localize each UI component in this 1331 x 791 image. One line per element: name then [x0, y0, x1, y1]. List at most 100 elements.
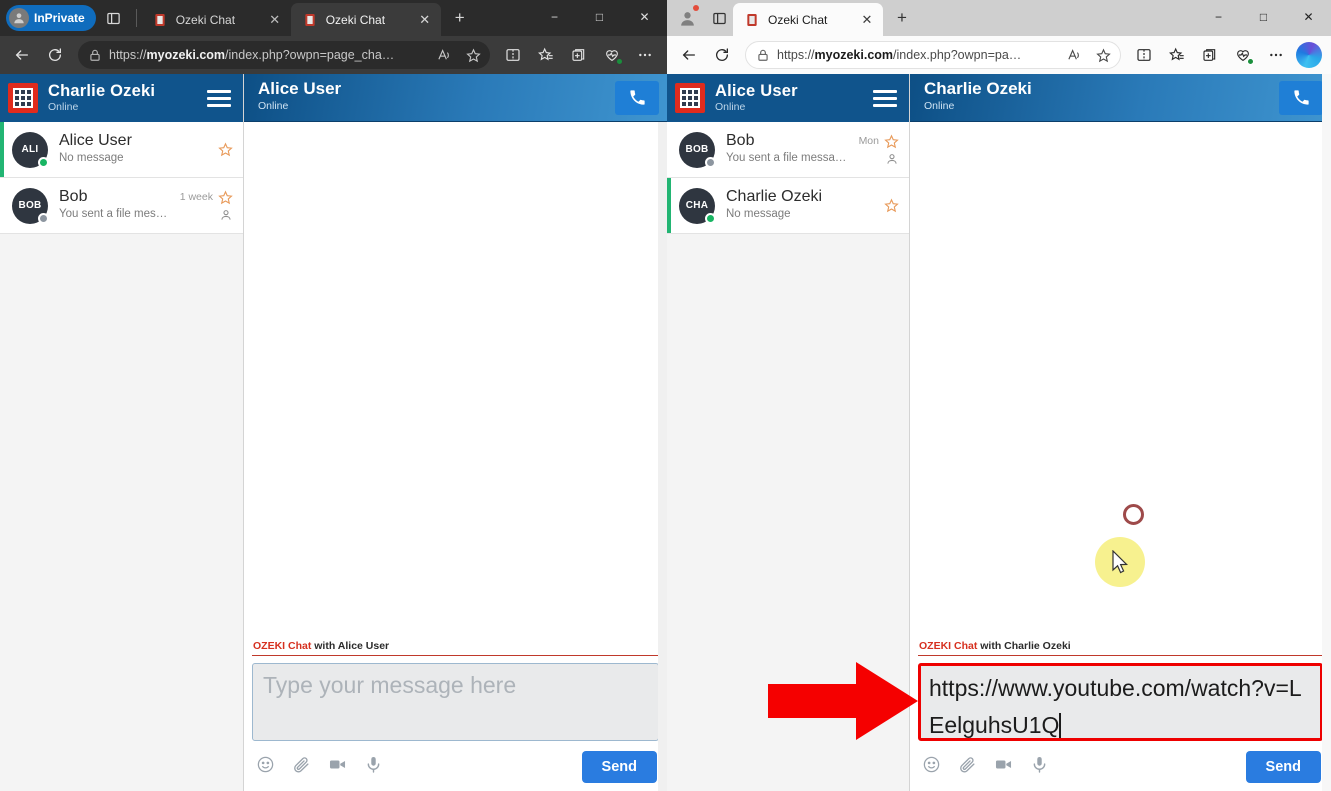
ozeki-favicon-icon	[152, 12, 168, 28]
avatar-initials: ALI	[21, 144, 39, 155]
address-bar[interactable]: https://myozeki.com/index.php?owpn=page_…	[78, 41, 490, 69]
page-scrollbar-right[interactable]	[1322, 74, 1331, 791]
favorite-star-icon[interactable]	[884, 198, 899, 213]
video-camera-icon[interactable]	[994, 755, 1013, 779]
settings-ellipsis-icon[interactable]	[630, 41, 660, 69]
reload-icon[interactable]	[707, 41, 737, 69]
split-screen-icon[interactable]	[498, 41, 528, 69]
read-aloud-icon[interactable]	[433, 44, 455, 66]
browser-essentials-status-dot	[616, 58, 623, 65]
tab-ozeki-chat-1[interactable]: Ozeki Chat ✕	[733, 3, 883, 36]
toolbar-right: https://myozeki.com/index.php?owpn=pa…	[667, 36, 1331, 74]
address-bar[interactable]: https://myozeki.com/index.php?owpn=pa…	[745, 41, 1121, 69]
account-name: Alice User	[715, 81, 798, 100]
contact-name: Bob	[59, 187, 88, 205]
reload-icon[interactable]	[40, 41, 70, 69]
hamburger-icon[interactable]	[207, 89, 231, 107]
paperclip-icon[interactable]	[958, 755, 977, 779]
add-favorite-icon[interactable]	[1092, 44, 1114, 66]
page-scrollbar-left[interactable]	[658, 122, 667, 791]
contact-name: Charlie Ozeki	[726, 187, 823, 205]
favorites-icon[interactable]	[531, 41, 561, 69]
contact-text: Bob You sent a file message.	[59, 188, 169, 224]
new-tab-button[interactable]: +	[446, 4, 474, 32]
contact-meta-top	[213, 142, 233, 157]
maximize-button[interactable]: □	[577, 0, 622, 33]
browser-essentials-icon[interactable]	[597, 41, 627, 69]
split-screen-icon[interactable]	[1129, 41, 1159, 69]
composer-label: OZEKI Chat with Alice User	[252, 637, 659, 656]
message-input-left[interactable]: Type your message here	[252, 663, 659, 741]
chat-peer-identity: Alice User Online	[258, 80, 615, 114]
account-status: Online	[715, 100, 746, 113]
composer-icons	[256, 755, 582, 779]
contact-profile-icon[interactable]	[219, 208, 233, 222]
send-button[interactable]: Send	[1245, 751, 1321, 783]
close-button[interactable]: ✕	[1286, 0, 1331, 33]
contact-list-item-alice[interactable]: ALI Alice User No message	[0, 122, 243, 178]
tab-actions-icon[interactable]	[100, 4, 128, 32]
settings-ellipsis-icon[interactable]	[1261, 41, 1291, 69]
tab-actions-icon[interactable]	[705, 4, 733, 32]
copilot-icon[interactable]	[1294, 41, 1324, 69]
favorite-star-icon[interactable]	[218, 142, 233, 157]
text-caret	[1059, 712, 1061, 738]
video-camera-icon[interactable]	[328, 755, 347, 779]
tab-title: Ozeki Chat	[768, 12, 828, 27]
send-button[interactable]: Send	[581, 751, 657, 783]
profile-avatar-icon[interactable]	[673, 4, 701, 32]
sidebar-header-right: Alice User Online	[667, 74, 909, 122]
contact-list-item-charlie[interactable]: CHA Charlie Ozeki No message	[667, 178, 909, 234]
avatar-initials: CHA	[685, 200, 709, 211]
inprivate-badge[interactable]: InPrivate	[6, 5, 96, 31]
tab-close-icon[interactable]: ✕	[417, 12, 433, 28]
chat-peer-identity: Charlie Ozeki Online	[924, 80, 1279, 114]
tab-ozeki-chat-2[interactable]: Ozeki Chat ✕	[290, 3, 441, 36]
back-arrow-icon[interactable]	[7, 41, 37, 69]
browser-essentials-icon[interactable]	[1228, 41, 1258, 69]
mouse-cursor-icon	[1112, 550, 1129, 574]
contact-preview: You sent a file message.	[726, 152, 848, 165]
new-tab-button[interactable]: +	[888, 4, 916, 32]
add-favorite-icon[interactable]	[462, 44, 484, 66]
favorite-star-icon[interactable]	[884, 134, 899, 149]
contact-profile-icon[interactable]	[885, 152, 899, 166]
contact-list-item-bob[interactable]: BOB Bob You sent a file message. Mon	[667, 122, 909, 178]
contact-list-item-bob[interactable]: BOB Bob You sent a file message. 1 week	[0, 178, 243, 234]
tab-title: Ozeki Chat	[175, 12, 236, 27]
minimize-button[interactable]: −	[1196, 0, 1241, 33]
tab-ozeki-chat-1[interactable]: Ozeki Chat ✕	[141, 3, 291, 36]
avatar: BOB	[679, 131, 716, 168]
window-controls-right: − □ ✕	[1196, 0, 1331, 33]
presence-indicator-online	[38, 156, 49, 168]
minimize-button[interactable]: −	[532, 0, 577, 33]
avatar: CHA	[679, 187, 716, 224]
composer-brand: OZEKI Chat	[919, 640, 978, 652]
copilot-glyph	[1296, 42, 1322, 68]
composer-toolbar-right: Send	[918, 741, 1323, 783]
titlebar-left-controls: InPrivate	[0, 0, 141, 36]
maximize-button[interactable]: □	[1241, 0, 1286, 33]
tab-close-icon[interactable]: ✕	[859, 12, 875, 28]
page-content-right: Alice User Online BOB Bob You sent a fil…	[667, 74, 1331, 791]
tab-close-icon[interactable]: ✕	[267, 12, 283, 28]
emoji-icon[interactable]	[256, 755, 275, 779]
microphone-icon[interactable]	[1030, 755, 1049, 779]
phone-call-button[interactable]	[615, 80, 659, 115]
collections-icon[interactable]	[564, 41, 594, 69]
read-aloud-icon[interactable]	[1063, 44, 1085, 66]
collections-icon[interactable]	[1195, 41, 1225, 69]
favorites-icon[interactable]	[1162, 41, 1192, 69]
paperclip-icon[interactable]	[292, 755, 311, 779]
emoji-icon[interactable]	[922, 755, 941, 779]
back-arrow-icon[interactable]	[674, 41, 704, 69]
composer-toolbar-left: Send	[252, 741, 659, 783]
microphone-icon[interactable]	[364, 755, 383, 779]
phone-call-button[interactable]	[1279, 80, 1323, 115]
message-input-right[interactable]: https://www.youtube.com/watch?v=LEelguhs…	[918, 663, 1323, 741]
close-button[interactable]: ✕	[622, 0, 667, 33]
avatar: ALI	[12, 131, 49, 168]
contact-time: 1 week	[179, 191, 213, 203]
favorite-star-icon[interactable]	[218, 190, 233, 205]
hamburger-icon[interactable]	[873, 89, 897, 107]
